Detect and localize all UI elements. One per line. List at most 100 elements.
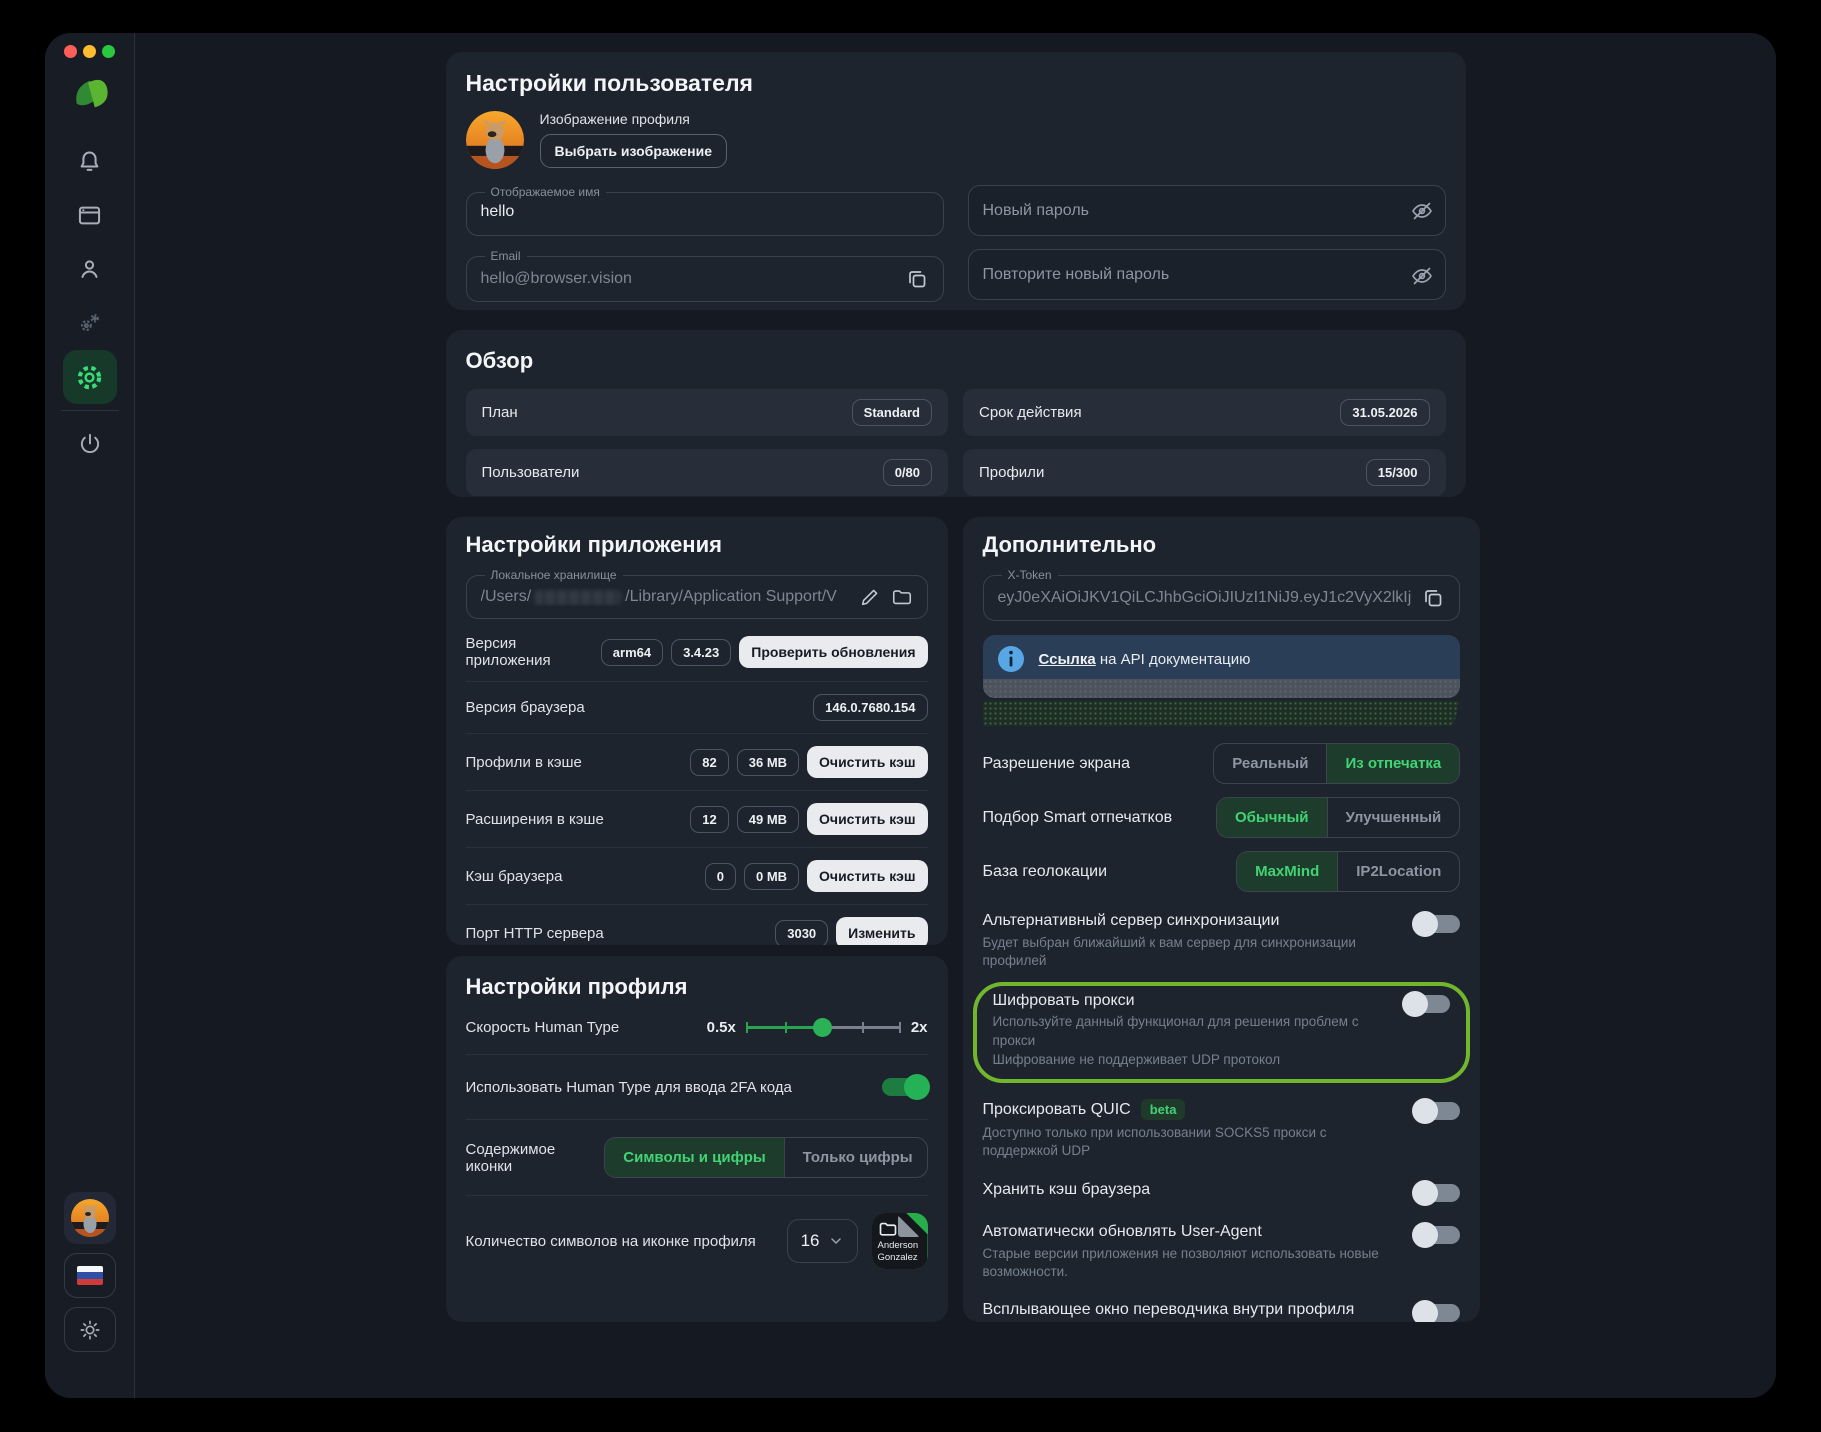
keep-browser-cache-toggle[interactable]	[1412, 1179, 1461, 1206]
app-settings-card: Настройки приложения Локальное хранилище…	[445, 517, 948, 945]
encrypt-proxy-toggle[interactable]	[1402, 991, 1451, 1018]
minimize-window-button[interactable]	[83, 45, 96, 58]
alt-sync-server-toggle[interactable]	[1412, 911, 1461, 937]
choose-image-button[interactable]: Выбрать изображение	[539, 134, 728, 168]
translator-popup-toggle[interactable]	[1412, 1299, 1461, 1322]
new-password-input[interactable]	[967, 185, 1446, 236]
human-type-2fa-toggle[interactable]	[881, 1074, 930, 1100]
open-storage-folder-button[interactable]	[891, 586, 913, 608]
overview-card: Обзор План Standard Срок действия 31.05.…	[445, 330, 1466, 497]
symbols-count-select[interactable]: 16	[786, 1219, 858, 1263]
slider-thumb[interactable]	[813, 1018, 833, 1037]
clear-profiles-cache-button[interactable]: Очистить кэш	[807, 746, 928, 778]
local-storage-label: Локальное хранилище	[490, 568, 617, 582]
sidebar-item-notifications[interactable]	[63, 134, 117, 188]
keep-browser-cache-row: Хранить кэш браузера	[983, 1179, 1461, 1206]
sidebar-item-browser-profiles[interactable]	[63, 188, 117, 242]
additional-title: Дополнительно	[982, 532, 1157, 557]
redacted-strip	[982, 679, 1461, 698]
arch-badge: arm64	[600, 638, 664, 666]
profiles-cache-row: Профили в кэше 82 36 MB Очистить кэш	[466, 734, 928, 790]
segment-ip2location[interactable]: IP2Location	[1337, 852, 1459, 891]
overview-title: Обзор	[465, 348, 534, 373]
repeat-password-input[interactable]	[967, 249, 1446, 300]
extensions-cache-row: Расширения в кэше 12 49 MB Очистить кэш	[466, 791, 928, 847]
expiry-badge: 31.05.2026	[1340, 399, 1430, 426]
close-window-button[interactable]	[64, 45, 77, 58]
local-storage-field[interactable]: Локальное хранилище /Users/ /Library/App…	[465, 568, 928, 619]
proxy-quic-toggle[interactable]	[1412, 1098, 1461, 1125]
segment-digits-only[interactable]: Только цифры	[783, 1138, 927, 1177]
browser-window-icon	[78, 206, 101, 224]
eye-off-icon	[1411, 267, 1432, 284]
human-type-2fa-row: Использовать Human Type для ввода 2FA ко…	[466, 1055, 930, 1119]
additional-card: Дополнительно X-Token eyJ0eXAiOiJKV1QiLC…	[962, 517, 1481, 1322]
sidebar	[45, 33, 135, 1398]
screen-resolution-segmented: Реальный Из отпечатка	[1213, 743, 1461, 784]
language-button[interactable]	[63, 1253, 116, 1298]
toggle-password-visibility-button[interactable]	[1410, 199, 1434, 223]
segment-normal[interactable]: Обычный	[1216, 798, 1327, 837]
api-docs-banner: Ссылка на API документацию	[982, 635, 1461, 698]
stat-users: Пользователи 0/80	[465, 449, 948, 496]
theme-toggle-button[interactable]	[63, 1307, 116, 1352]
x-token-label: X-Token	[1007, 568, 1052, 582]
api-docs-link[interactable]: Ссылка	[1039, 651, 1096, 668]
sidebar-item-logout[interactable]	[63, 417, 117, 471]
copy-email-button[interactable]	[905, 267, 929, 291]
auto-update-ua-toggle[interactable]	[1412, 1221, 1461, 1248]
clear-browser-cache-button[interactable]: Очистить кэш	[807, 860, 928, 892]
power-icon	[80, 433, 99, 453]
profile-icon-preview: Anderson Gonzalez	[871, 1213, 928, 1269]
user-settings-card: Настройки пользователя Изображение профи…	[445, 52, 1466, 310]
slider-track[interactable]	[745, 1017, 901, 1037]
stat-expiry: Срок действия 31.05.2026	[963, 389, 1446, 436]
change-port-button[interactable]: Изменить	[836, 917, 928, 945]
highlight-annotation: Шифровать прокси Используйте данный функ…	[972, 982, 1471, 1084]
sun-icon	[79, 1319, 100, 1340]
display-name-value[interactable]: hello	[481, 203, 929, 221]
auto-update-ua-row: Автоматически обновлять User-Agent Стары…	[983, 1221, 1461, 1281]
chevron-down-icon	[830, 1238, 841, 1245]
email-value: hello@browser.vision	[480, 270, 632, 287]
eye-off-icon	[1411, 202, 1432, 219]
symbols-count-row: Количество символов на иконке профиля 16	[466, 1196, 928, 1269]
user-settings-title: Настройки пользователя	[465, 70, 753, 96]
copy-token-button[interactable]	[1421, 586, 1445, 610]
clear-extensions-cache-button[interactable]: Очистить кэш	[807, 803, 928, 835]
toggle-repeat-password-visibility-button[interactable]	[1410, 264, 1434, 288]
alt-sync-server-row: Альтернативный сервер синхронизации Буде…	[983, 911, 1461, 970]
browser-version-badge: 146.0.7680.154	[813, 694, 928, 721]
segment-real[interactable]: Реальный	[1214, 744, 1326, 783]
translator-popup-row: Всплывающее окно переводчика внутри проф…	[983, 1299, 1461, 1322]
profile-settings-title: Настройки профиля	[465, 974, 688, 999]
api-docs-text: Ссылка на API документацию	[1038, 650, 1251, 668]
zoom-window-button[interactable]	[102, 45, 115, 58]
window-controls	[64, 45, 115, 58]
segment-improved[interactable]: Улучшенный	[1326, 798, 1460, 837]
plan-badge: Standard	[851, 399, 932, 426]
sidebar-item-users[interactable]	[63, 242, 117, 296]
email-field: Email hello@browser.vision	[465, 249, 944, 302]
segment-from-fingerprint[interactable]: Из отпечатка	[1326, 744, 1460, 783]
display-name-field[interactable]: Отображаемое имя hello	[465, 185, 944, 236]
app-settings-title: Настройки приложения	[465, 532, 722, 557]
user-avatar-button[interactable]	[63, 1192, 116, 1244]
proxy-quic-row: Проксировать QUIC beta Доступно только п…	[983, 1098, 1461, 1160]
edit-storage-path-button[interactable]	[859, 586, 881, 608]
check-updates-button[interactable]: Проверить обновления	[739, 636, 928, 668]
stat-plan: План Standard	[465, 389, 948, 436]
icon-content-row: Содержимое иконки Символы и цифры Только…	[466, 1120, 928, 1195]
segment-symbols-and-digits[interactable]: Символы и цифры	[605, 1138, 784, 1177]
sidebar-item-settings[interactable]	[62, 350, 117, 404]
beta-badge: beta	[1140, 1099, 1186, 1121]
sidebar-item-automation[interactable]	[63, 296, 117, 350]
browser-cache-row: Кэш браузера 0 0 MB Очистить кэш	[466, 848, 928, 904]
redacted-strip-green	[982, 701, 1461, 726]
segment-maxmind[interactable]: MaxMind	[1237, 852, 1338, 891]
copy-icon	[908, 271, 925, 288]
folder-icon	[879, 1222, 896, 1236]
human-type-speed-slider: 0.5x 2x	[706, 1017, 928, 1037]
profile-image-label: Изображение профиля	[539, 111, 690, 127]
vision-logo-icon	[75, 79, 108, 108]
